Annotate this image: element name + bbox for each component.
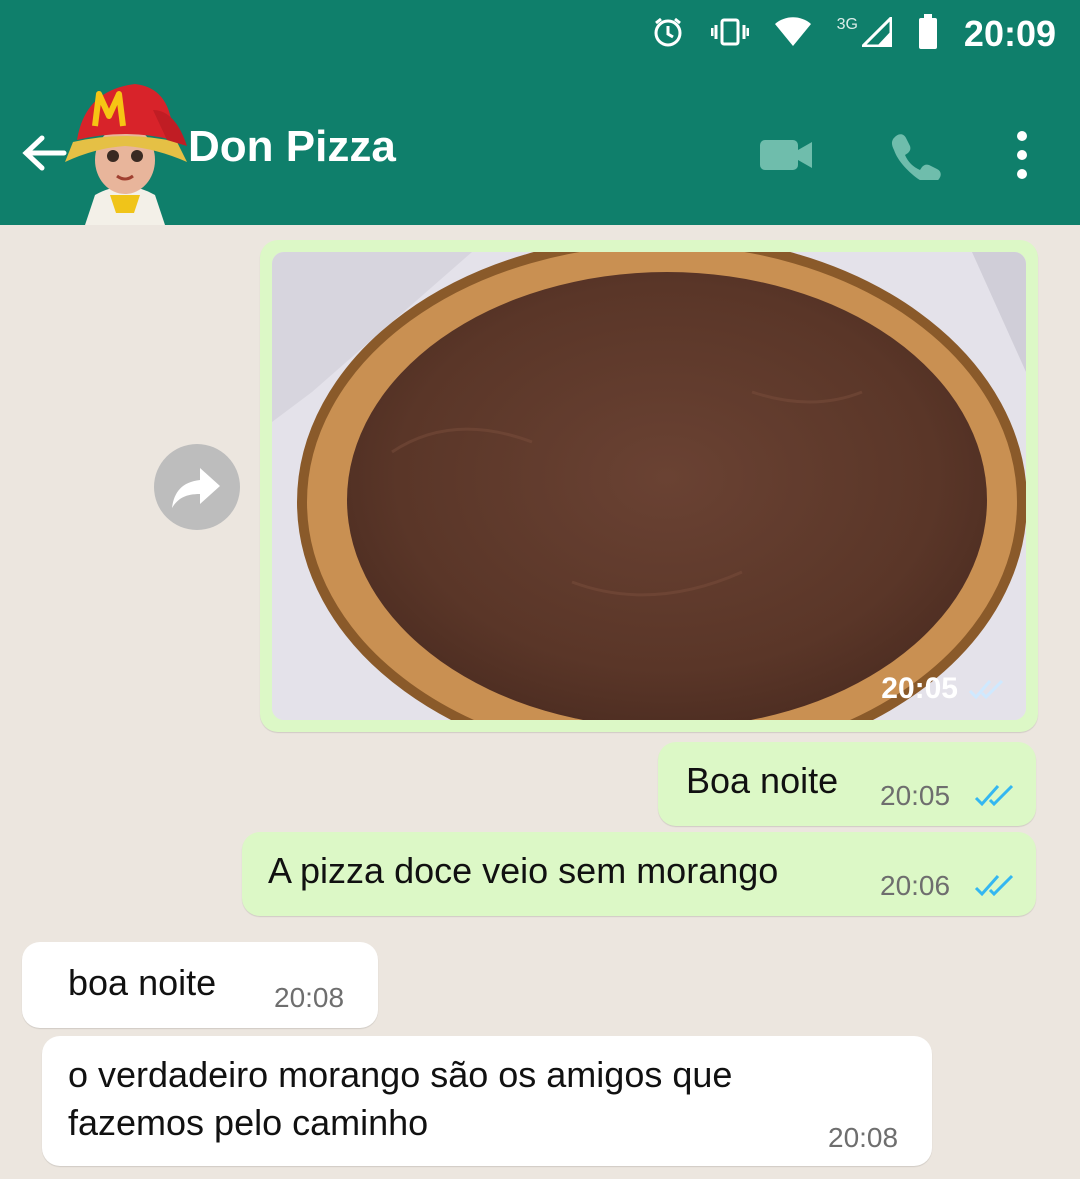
image-timestamp: 20:05 [881, 672, 1006, 706]
pizza-photo[interactable]: 20:05 [272, 252, 1026, 720]
message-text-line-2: fazemos pelo caminho [68, 1102, 429, 1143]
contact-avatar[interactable] [55, 70, 195, 225]
double-check-icon [974, 874, 1014, 897]
message-text: A pizza doce veio sem morango [268, 850, 779, 891]
incoming-message[interactable]: o verdadeiro morango são os amigos que f… [42, 1036, 932, 1166]
image-message[interactable]: 20:05 [260, 240, 1038, 732]
status-time: 20:09 [963, 13, 1056, 54]
alarm-icon [651, 15, 685, 54]
contact-name[interactable]: Don Pizza [188, 122, 396, 172]
battery-icon [918, 13, 938, 55]
network-type: 3G [836, 16, 858, 33]
outgoing-message[interactable]: A pizza doce veio sem morango 20:06 [242, 832, 1036, 916]
message-time: 20:08 [274, 982, 345, 1013]
wifi-icon [774, 16, 811, 52]
double-check-icon [974, 784, 1014, 807]
vibrate-icon [710, 17, 750, 52]
message-text: Boa noite [686, 760, 839, 801]
double-check-icon [968, 679, 1004, 700]
signal-icon [859, 13, 893, 52]
message-text-line-1: o verdadeiro morango são os amigos que [68, 1054, 733, 1095]
message-text: boa noite [68, 962, 217, 1003]
status-bar: 3G 20:09 [651, 10, 1056, 58]
forward-icon [172, 468, 220, 508]
outgoing-message[interactable]: Boa noite 20:05 [658, 742, 1036, 826]
phone-icon[interactable] [886, 130, 942, 184]
more-vert-icon[interactable] [1000, 130, 1044, 180]
forward-button[interactable] [154, 444, 240, 530]
app-bar: 3G 20:09 Don Pizza [0, 0, 1080, 225]
incoming-message[interactable]: boa noite 20:08 [22, 942, 378, 1028]
message-time: 20:08 [828, 1122, 899, 1153]
video-call-icon[interactable] [758, 130, 814, 180]
message-time: 20:06 [880, 870, 951, 901]
message-time: 20:05 [880, 780, 951, 811]
